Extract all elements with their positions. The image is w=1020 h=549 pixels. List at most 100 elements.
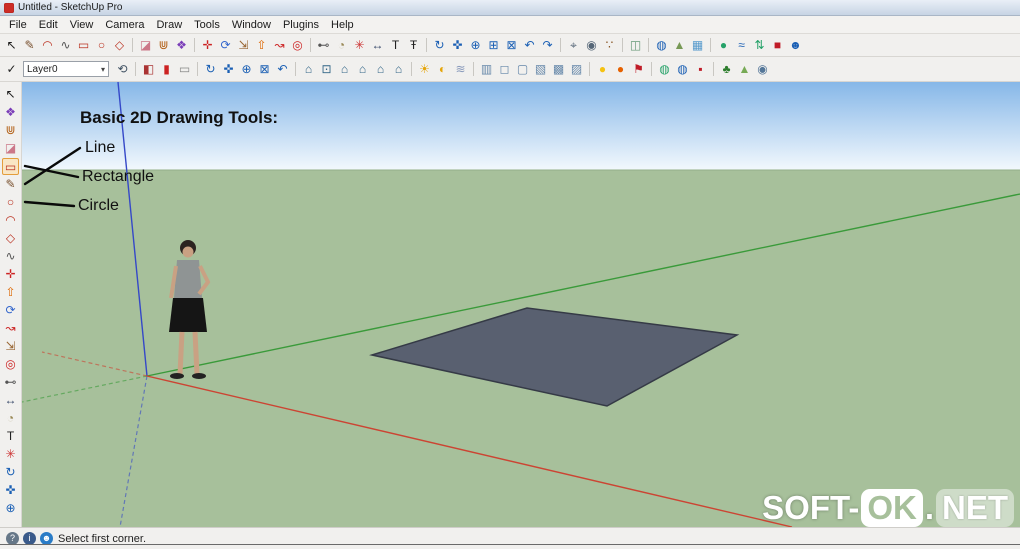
fog-icon[interactable]: ≋ — [452, 61, 469, 78]
top-view-icon[interactable]: ⊡ — [318, 61, 335, 78]
menu-item-camera[interactable]: Camera — [99, 18, 150, 32]
menu-item-draw[interactable]: Draw — [150, 18, 188, 32]
viewport[interactable]: Basic 2D Drawing Tools: Line Rectangle C… — [22, 82, 1020, 527]
paint-bucket-icon[interactable]: ⋓ — [2, 122, 19, 139]
orbit-alt-icon[interactable]: ↻ — [202, 61, 219, 78]
zoom-window-icon[interactable]: ⊞ — [485, 37, 502, 54]
arc-icon[interactable]: ◠ — [39, 37, 56, 54]
arc-icon[interactable]: ◠ — [2, 212, 19, 229]
menu-item-edit[interactable]: Edit — [33, 18, 64, 32]
dimension-icon[interactable]: ↔ — [2, 392, 19, 409]
push-pull-icon[interactable]: ⇧ — [2, 284, 19, 301]
eraser-icon[interactable]: ◪ — [2, 140, 19, 157]
blue-person-icon[interactable]: ☻ — [787, 37, 804, 54]
hidden-line-icon[interactable]: ▢ — [514, 61, 531, 78]
tape-measure-icon[interactable]: ⊷ — [2, 374, 19, 391]
wireframe-icon[interactable]: ◻ — [496, 61, 513, 78]
add-location-icon[interactable]: ◍ — [653, 37, 670, 54]
select-icon[interactable]: ↖ — [2, 86, 19, 103]
make-component-icon[interactable]: ❖ — [2, 104, 19, 121]
menu-item-window[interactable]: Window — [226, 18, 277, 32]
eye-icon[interactable]: ◉ — [754, 61, 771, 78]
freehand-icon[interactable]: ∿ — [2, 248, 19, 265]
3d-text-icon[interactable]: Ŧ — [405, 37, 422, 54]
rectangle-icon[interactable]: ▭ — [2, 158, 19, 175]
orbit-icon[interactable]: ↻ — [2, 464, 19, 481]
walk-icon[interactable]: ∵ — [601, 37, 618, 54]
rectangle-icon[interactable]: ▭ — [75, 37, 92, 54]
menu-item-tools[interactable]: Tools — [188, 18, 226, 32]
zoom-alt-icon[interactable]: ⊕ — [238, 61, 255, 78]
move-icon[interactable]: ✛ — [2, 266, 19, 283]
polygon-icon[interactable]: ◇ — [111, 37, 128, 54]
follow-me-icon[interactable]: ↝ — [271, 37, 288, 54]
flag-icon[interactable]: ⚑ — [630, 61, 647, 78]
layer-select[interactable]: Layer0 ▾ — [23, 61, 109, 77]
section-plane-icon[interactable]: ◫ — [627, 37, 644, 54]
protractor-icon[interactable]: ◔ — [333, 37, 350, 54]
monochrome-icon[interactable]: ▨ — [568, 61, 585, 78]
right-view-icon[interactable]: ⌂ — [354, 61, 371, 78]
yellow-sphere-icon[interactable]: ● — [594, 61, 611, 78]
sandbox-icon[interactable]: ▲ — [736, 61, 753, 78]
menu-item-plugins[interactable]: Plugins — [277, 18, 325, 32]
green-arrows-icon[interactable]: ⇅ — [751, 37, 768, 54]
left-view-icon[interactable]: ⌂ — [390, 61, 407, 78]
make-component-icon[interactable]: ❖ — [173, 37, 190, 54]
push-pull-icon[interactable]: ⇧ — [253, 37, 270, 54]
red-square-icon[interactable]: ■ — [769, 37, 786, 54]
user-icon[interactable]: ☻ — [40, 532, 53, 545]
toggle-terrain-icon[interactable]: ▲ — [671, 37, 688, 54]
follow-me-icon[interactable]: ↝ — [2, 320, 19, 337]
menu-item-help[interactable]: Help — [325, 18, 360, 32]
info-icon[interactable]: i — [23, 532, 36, 545]
circle-icon[interactable]: ○ — [93, 37, 110, 54]
offset-icon[interactable]: ◎ — [2, 356, 19, 373]
paint-bucket-icon[interactable]: ⋓ — [155, 37, 172, 54]
zoom-extents-icon[interactable]: ⊠ — [503, 37, 520, 54]
blue-globe-icon[interactable]: ◍ — [674, 61, 691, 78]
menu-item-view[interactable]: View — [64, 18, 100, 32]
protractor-icon[interactable]: ◔ — [2, 410, 19, 427]
eraser-icon[interactable]: ◪ — [137, 37, 154, 54]
layers-manager-icon[interactable]: ⟲ — [114, 61, 131, 78]
axes-icon[interactable]: ✳ — [351, 37, 368, 54]
red-pin-icon[interactable]: ▮ — [158, 61, 175, 78]
line-icon[interactable]: ✎ — [2, 176, 19, 193]
polygon-icon[interactable]: ◇ — [2, 230, 19, 247]
pan-icon[interactable]: ✜ — [449, 37, 466, 54]
previous-view-icon[interactable]: ↶ — [521, 37, 538, 54]
front-view-icon[interactable]: ⌂ — [336, 61, 353, 78]
previous-view-alt-icon[interactable]: ↶ — [274, 61, 291, 78]
open-door-icon[interactable]: ◧ — [140, 61, 157, 78]
pan-icon[interactable]: ✜ — [2, 482, 19, 499]
orbit-icon[interactable]: ↻ — [431, 37, 448, 54]
orange-sphere-icon[interactable]: ● — [612, 61, 629, 78]
next-view-icon[interactable]: ↷ — [539, 37, 556, 54]
rotate-icon[interactable]: ⟳ — [2, 302, 19, 319]
green-sphere-icon[interactable]: ● — [715, 37, 732, 54]
shaded-icon[interactable]: ▧ — [532, 61, 549, 78]
blue-wave-icon[interactable]: ≈ — [733, 37, 750, 54]
position-camera-icon[interactable]: ⌖ — [565, 37, 582, 54]
layer-visible-check-icon[interactable]: ✓ — [3, 61, 20, 78]
line-icon[interactable]: ✎ — [21, 37, 38, 54]
red-box-icon[interactable]: ▪ — [692, 61, 709, 78]
green-globe-icon[interactable]: ◍ — [656, 61, 673, 78]
circle-icon[interactable]: ○ — [2, 194, 19, 211]
shadows-icon[interactable]: ☀ — [416, 61, 433, 78]
rotate-icon[interactable]: ⟳ — [217, 37, 234, 54]
iso-view-icon[interactable]: ⌂ — [300, 61, 317, 78]
dimension-icon[interactable]: ↔ — [369, 37, 386, 54]
text-icon[interactable]: T — [387, 37, 404, 54]
zoom-extents-alt-icon[interactable]: ⊠ — [256, 61, 273, 78]
move-icon[interactable]: ✛ — [199, 37, 216, 54]
scale-icon[interactable]: ⇲ — [235, 37, 252, 54]
menu-item-file[interactable]: File — [3, 18, 33, 32]
white-board-icon[interactable]: ▭ — [176, 61, 193, 78]
xray-icon[interactable]: ▥ — [478, 61, 495, 78]
select-icon[interactable]: ↖ — [3, 37, 20, 54]
axes-icon[interactable]: ✳ — [2, 446, 19, 463]
freehand-icon[interactable]: ∿ — [57, 37, 74, 54]
tree-icon[interactable]: ♣ — [718, 61, 735, 78]
